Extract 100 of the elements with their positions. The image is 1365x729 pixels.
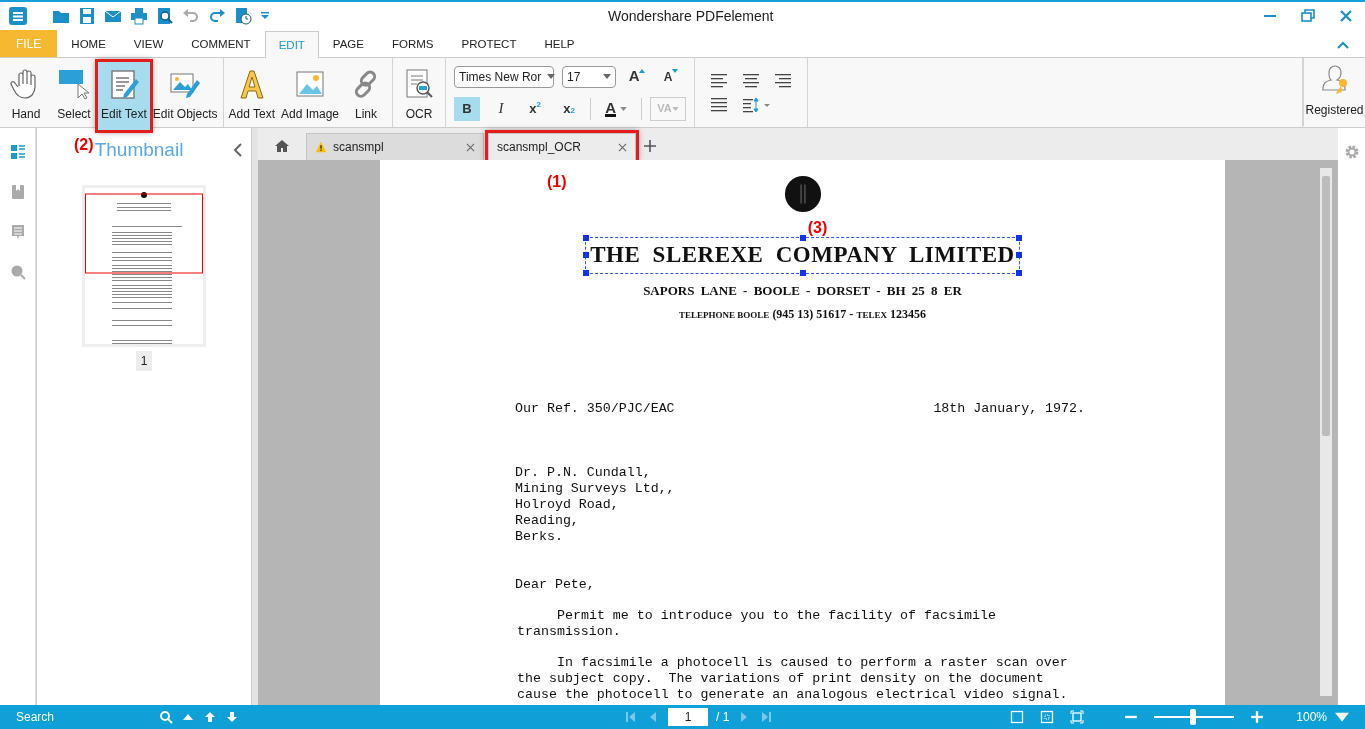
caret-icon (547, 74, 556, 79)
page-number-label: 1 (135, 350, 153, 371)
settings-icon[interactable] (1343, 144, 1360, 160)
font-color-button[interactable]: A (599, 96, 634, 121)
ribbon-tab[interactable]: HOME (57, 30, 120, 57)
search-icon[interactable] (9, 264, 26, 280)
heading-text: THE SLEREXE COMPANY LIMITED (590, 242, 1015, 267)
resize-handle[interactable] (1015, 252, 1022, 259)
undo-icon[interactable] (182, 7, 200, 25)
address-line: Berks. (515, 529, 563, 545)
panel-title: Thumbnail (94, 138, 184, 162)
scrollbar[interactable] (1320, 168, 1332, 696)
search-label: Search (16, 709, 55, 726)
page-number-field[interactable]: 1 (668, 708, 709, 726)
address-line: Holroyd Road, (515, 497, 619, 513)
up-arrow-icon[interactable] (203, 710, 218, 724)
resize-handle[interactable] (799, 235, 806, 241)
registered-button[interactable]: Registered (1303, 58, 1365, 126)
align-right-icon[interactable] (775, 72, 792, 89)
redo-icon[interactable] (208, 7, 226, 25)
superscript-button[interactable]: x$^{2}$ (522, 96, 549, 121)
fit-width-icon[interactable] (1070, 710, 1085, 724)
ribbon-tool-button[interactable]: Add Text (225, 62, 278, 130)
page-thumbnail-drawing[interactable] (82, 184, 206, 347)
resize-handle[interactable] (799, 269, 806, 276)
fit-page-icon[interactable] (1040, 710, 1055, 724)
telephone-text: TELEPHONE BOOLE (945 13) 51617 - TELEX 123456 (679, 306, 926, 323)
ribbon-tab[interactable]: PROTECT (447, 30, 531, 57)
search-icon[interactable] (159, 710, 174, 724)
print-icon[interactable] (130, 7, 148, 25)
line-spacing-icon[interactable] (743, 96, 772, 113)
collapse-ribbon-icon[interactable] (1337, 41, 1349, 49)
ribbon-tab[interactable]: COMMENT (177, 30, 265, 57)
resize-handle[interactable] (583, 235, 590, 241)
reference-text: Our Ref. 350/PJC/EAC (515, 401, 675, 417)
menu-icon[interactable] (8, 6, 28, 26)
bookmark-icon[interactable] (9, 184, 26, 200)
address-line: Mining Surveys Ltd,, (515, 481, 675, 497)
home-icon[interactable] (274, 138, 290, 154)
ribbon-tool-button[interactable]: Select (50, 62, 98, 130)
date-text: 18th January, 1972. (933, 401, 1085, 417)
caret-icon[interactable] (1335, 710, 1349, 724)
bold-button[interactable]: B (454, 96, 481, 121)
ribbon-tab[interactable]: PAGE (318, 30, 378, 57)
document-clock-icon[interactable] (234, 7, 252, 25)
font-family-dropdown[interactable]: Times New Ror (454, 65, 555, 88)
thumbnails-icon[interactable] (9, 144, 26, 160)
annotation-label: (3) (807, 219, 828, 237)
resize-handle[interactable] (583, 269, 590, 276)
collapse-panel-icon[interactable] (233, 143, 243, 158)
page-count-label: / 1 (716, 709, 730, 726)
ribbon-tool-button[interactable]: Edit Text (98, 62, 150, 130)
ribbon-tab[interactable]: HELP (530, 30, 589, 57)
zoom-slider-thumb[interactable] (1189, 709, 1196, 725)
single-page-icon[interactable] (1010, 710, 1025, 724)
paragraph-line: In facsimile a photocell is caused to perform a raster scan over (557, 655, 1068, 671)
down-arrow-icon[interactable] (225, 710, 240, 724)
italic-button[interactable]: I (488, 96, 515, 121)
caret-icon (671, 106, 679, 111)
logo-mark (783, 175, 822, 213)
annotation-label: (2) (74, 135, 94, 155)
close-icon[interactable] (618, 142, 627, 152)
font-size-dropdown[interactable]: 17 (562, 65, 617, 88)
align-left-icon[interactable] (711, 72, 728, 89)
document-search-icon[interactable] (156, 7, 174, 25)
window-title: Wondershare PDFelement (608, 6, 774, 26)
shrink-font-button[interactable]: A (658, 64, 685, 89)
paragraph-line: Permit me to introduce you to the facility of facsimile (557, 608, 996, 624)
resize-handle[interactable] (1015, 269, 1022, 276)
ribbon-tab[interactable]: VIEW (119, 30, 178, 57)
salutation-text: Dear Pete, (515, 577, 595, 593)
ribbon-tool-button[interactable]: Hand (2, 62, 50, 130)
close-icon[interactable] (1339, 9, 1353, 23)
paragraph-line: cause the photocell to generate an analogous electrical video signal. (517, 687, 1068, 703)
restore-icon[interactable] (1301, 9, 1315, 23)
save-icon[interactable] (78, 7, 96, 25)
annotation-label: (1) (547, 172, 567, 192)
caret-icon (619, 106, 627, 111)
caret-icon (603, 74, 612, 79)
selected-text-box[interactable]: THE SLEREXE COMPANY LIMITED (585, 237, 1020, 274)
image-icon (294, 68, 326, 100)
down-triangle-icon (672, 68, 679, 73)
zoom-in-icon[interactable] (1250, 710, 1265, 724)
address-line: Reading, (515, 513, 579, 529)
paragraph-line: the subject copy. The variations of print density on the document (517, 671, 1044, 687)
address-text: SAPORS LANE - BOOLE - DORSET - BH 25 8 ER (643, 281, 962, 300)
grow-font-button[interactable]: A (624, 64, 651, 89)
up-triangle-icon (639, 68, 646, 73)
close-icon[interactable] (466, 142, 475, 152)
document-tab[interactable]: scansmpl (306, 133, 484, 160)
ribbon-tab[interactable]: FORMS (377, 30, 448, 57)
caret-icon[interactable] (260, 11, 270, 21)
comment-icon[interactable] (9, 224, 26, 240)
resize-handle[interactable] (583, 252, 590, 259)
ribbon-tool-button[interactable]: Link (342, 62, 391, 130)
resize-handle[interactable] (1015, 235, 1022, 241)
align-center-icon[interactable] (743, 72, 760, 89)
add-tab-icon[interactable] (644, 140, 656, 152)
address-line: Dr. P.N. Cundall, (515, 465, 651, 481)
align-justify-icon[interactable] (711, 96, 728, 113)
